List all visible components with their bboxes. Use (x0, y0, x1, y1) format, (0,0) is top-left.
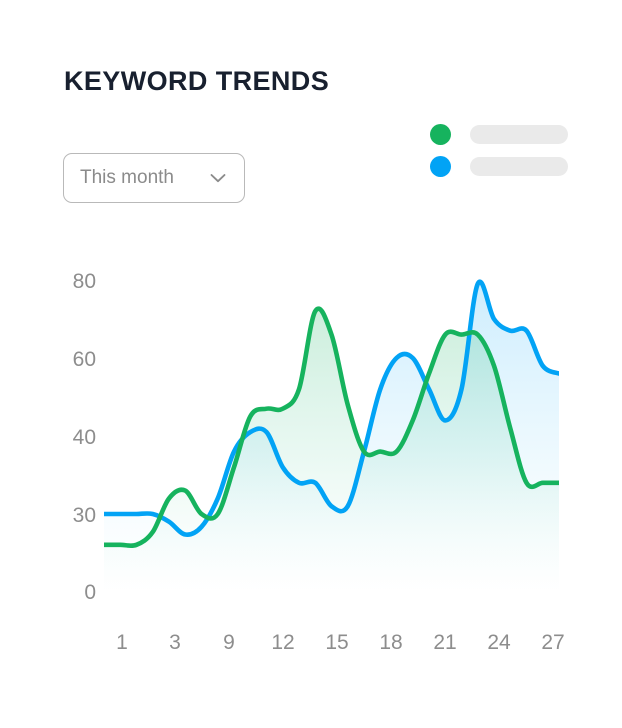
chart-canvas: 80 60 40 30 0 1 3 9 12 15 18 21 24 27 (73, 270, 565, 654)
svg-text:24: 24 (487, 631, 511, 654)
series-plot-group (104, 279, 559, 591)
y-axis-labels: 80 60 40 30 0 (73, 270, 96, 604)
svg-text:21: 21 (433, 631, 456, 654)
keyword-trends-card: KEYWORD TRENDS This month 80 60 40 30 0 … (0, 0, 622, 728)
svg-text:15: 15 (325, 631, 348, 654)
svg-text:60: 60 (73, 348, 96, 371)
x-axis-labels: 1 3 9 12 15 18 21 24 27 (116, 631, 565, 654)
svg-text:9: 9 (223, 631, 235, 654)
svg-text:1: 1 (116, 631, 128, 654)
svg-text:0: 0 (84, 581, 96, 604)
keyword-trends-chart: 80 60 40 30 0 1 3 9 12 15 18 21 24 27 (0, 0, 622, 728)
svg-text:80: 80 (73, 270, 96, 293)
svg-text:18: 18 (379, 631, 402, 654)
svg-text:12: 12 (271, 631, 294, 654)
svg-text:3: 3 (169, 631, 181, 654)
svg-text:40: 40 (73, 426, 96, 449)
svg-text:27: 27 (541, 631, 564, 654)
svg-text:30: 30 (73, 504, 96, 527)
